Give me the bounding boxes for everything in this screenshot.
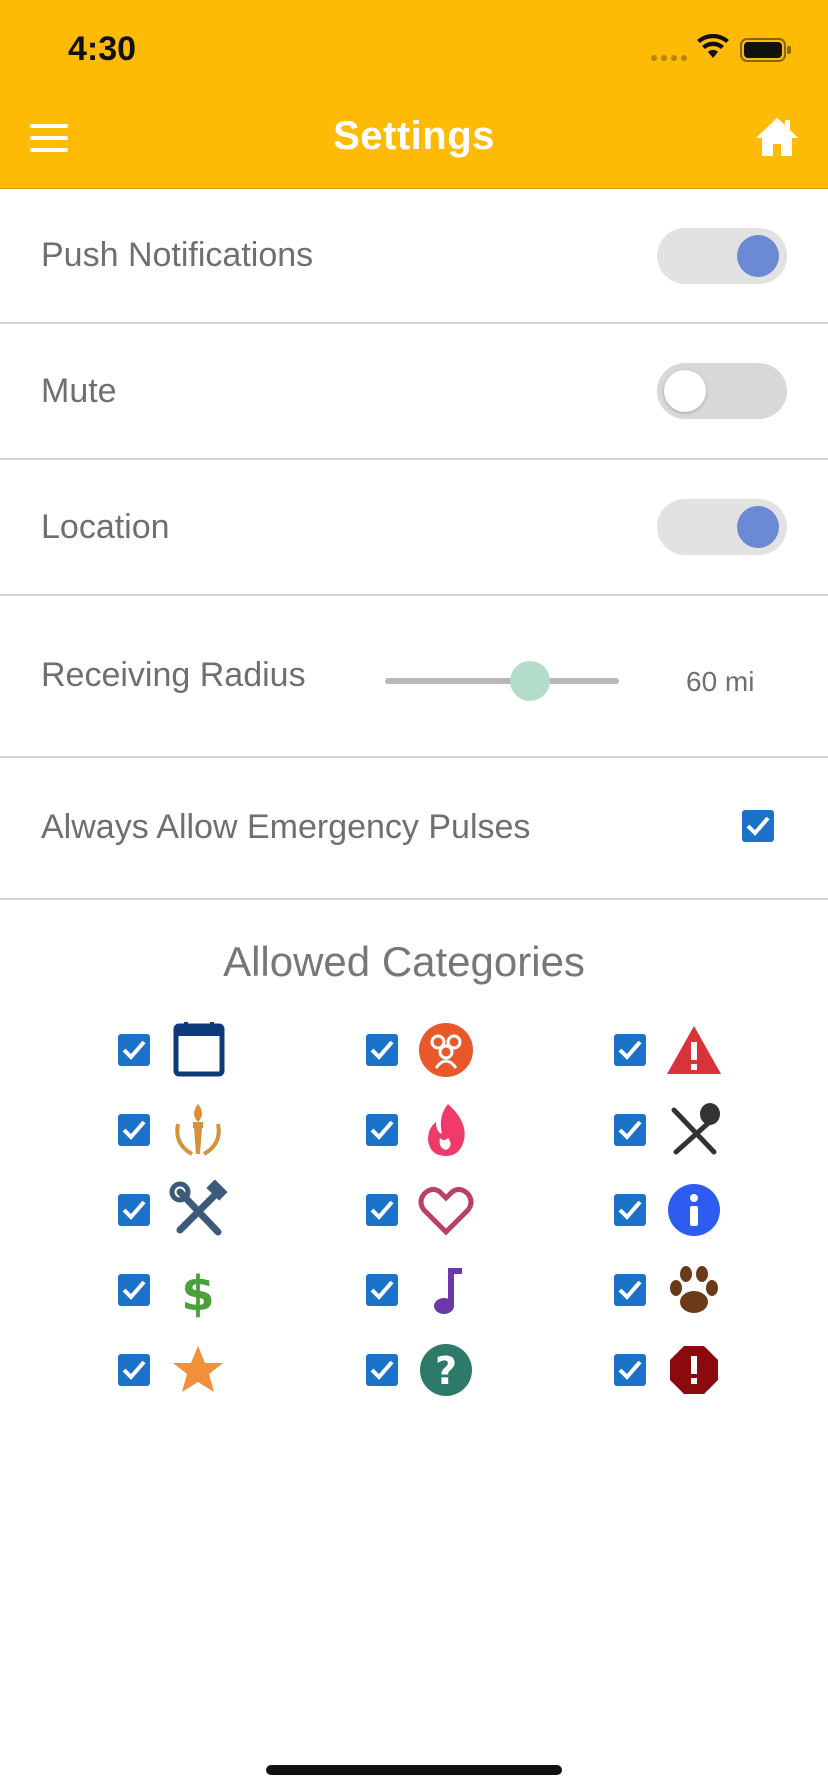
music-note-icon — [434, 1268, 462, 1314]
flame-icon — [428, 1104, 465, 1156]
dollar-icon: $ — [181, 1266, 214, 1320]
location-label: Location — [41, 508, 170, 546]
category-checkbox[interactable] — [118, 1194, 150, 1226]
home-icon — [756, 118, 798, 156]
category-warning — [614, 1020, 724, 1080]
battery-icon — [740, 38, 791, 62]
category-checkbox[interactable] — [614, 1194, 646, 1226]
push-notifications-label: Push Notifications — [41, 236, 314, 274]
nav-bar: Settings — [0, 88, 828, 189]
slider-thumb[interactable] — [510, 661, 551, 701]
slider-track — [385, 678, 619, 684]
checkmark-icon — [370, 1280, 394, 1300]
category-calendar — [118, 1020, 228, 1080]
push-notifications-row: Push Notifications — [0, 189, 828, 324]
question-icon: ? — [420, 1344, 472, 1396]
torch-laurel-icon — [175, 1104, 221, 1156]
category-checkbox[interactable] — [366, 1034, 398, 1066]
checkmark-icon — [370, 1040, 394, 1060]
category-group — [366, 1020, 476, 1080]
category-checkbox[interactable] — [366, 1114, 398, 1146]
category-checkbox[interactable] — [614, 1034, 646, 1066]
category-info — [614, 1180, 724, 1240]
receiving-radius-value: 60 mi — [686, 666, 755, 697]
category-money: $ — [118, 1260, 228, 1320]
svg-text:$: $ — [181, 1266, 214, 1320]
fork-spoon-icon — [671, 1103, 720, 1155]
star-icon — [173, 1346, 223, 1392]
receiving-radius-slider[interactable] — [385, 661, 619, 701]
location-row: Location — [0, 460, 828, 596]
checkmark-icon — [122, 1040, 146, 1060]
category-checkbox[interactable] — [614, 1114, 646, 1146]
home-indicator[interactable] — [266, 1765, 562, 1775]
category-tools — [118, 1180, 228, 1240]
wifi-icon — [697, 34, 729, 58]
paw-icon — [670, 1266, 718, 1313]
category-checkbox[interactable] — [366, 1194, 398, 1226]
category-star — [118, 1340, 228, 1400]
mute-toggle[interactable] — [657, 363, 787, 419]
category-alert — [614, 1340, 724, 1400]
checkmark-icon — [122, 1280, 146, 1300]
toggle-knob — [664, 370, 706, 412]
info-icon — [668, 1184, 720, 1236]
category-flame — [366, 1100, 476, 1160]
emergency-pulses-row: Always Allow Emergency Pulses — [0, 758, 828, 900]
checkmark-icon — [370, 1120, 394, 1140]
alert-octagon-icon — [670, 1346, 718, 1394]
allowed-categories-title: Allowed Categories — [223, 938, 585, 985]
category-checkbox[interactable] — [614, 1274, 646, 1306]
checkmark-icon — [122, 1360, 146, 1380]
checkmark-icon — [618, 1200, 642, 1220]
emergency-pulses-label: Always Allow Emergency Pulses — [41, 808, 531, 846]
category-heart — [366, 1180, 476, 1240]
checkmark-icon — [122, 1120, 146, 1140]
checkmark-icon — [618, 1280, 642, 1300]
checkmark-icon — [618, 1360, 642, 1380]
toggle-knob — [737, 506, 779, 548]
category-checkbox[interactable] — [118, 1354, 150, 1386]
emergency-pulses-checkbox[interactable] — [742, 810, 774, 842]
checkmark-icon — [370, 1200, 394, 1220]
checkmark-icon — [122, 1200, 146, 1220]
checkmark-icon — [370, 1360, 394, 1380]
category-checkbox[interactable] — [366, 1354, 398, 1386]
cellular-signal-icon — [651, 55, 687, 61]
heart-icon — [418, 1186, 474, 1236]
category-music — [366, 1260, 476, 1320]
toggle-knob — [737, 235, 779, 277]
group-icon — [419, 1023, 473, 1077]
status-time: 4:30 — [68, 30, 137, 68]
checkmark-icon — [746, 816, 770, 836]
status-bar: 4:30 — [0, 0, 828, 88]
category-question: ? — [366, 1340, 476, 1400]
tools-icon — [169, 1180, 228, 1236]
receiving-radius-row: Receiving Radius 60 mi — [0, 596, 828, 758]
location-toggle[interactable] — [657, 499, 787, 555]
category-checkbox[interactable] — [118, 1114, 150, 1146]
checkmark-icon — [618, 1040, 642, 1060]
category-checkbox[interactable] — [118, 1274, 150, 1306]
home-button[interactable] — [754, 114, 800, 160]
category-checkbox[interactable] — [366, 1274, 398, 1306]
push-notifications-toggle[interactable] — [657, 228, 787, 284]
svg-text:?: ? — [435, 1349, 457, 1393]
mute-label: Mute — [41, 372, 117, 410]
category-torch — [118, 1100, 228, 1160]
receiving-radius-label: Receiving Radius — [41, 656, 306, 694]
category-pets — [614, 1260, 724, 1320]
checkmark-icon — [618, 1120, 642, 1140]
category-food — [614, 1100, 724, 1160]
warning-icon — [667, 1026, 721, 1074]
calendar-icon — [173, 1022, 225, 1077]
mute-row: Mute — [0, 324, 828, 460]
category-checkbox[interactable] — [614, 1354, 646, 1386]
page-title: Settings — [333, 114, 495, 158]
category-checkbox[interactable] — [118, 1034, 150, 1066]
